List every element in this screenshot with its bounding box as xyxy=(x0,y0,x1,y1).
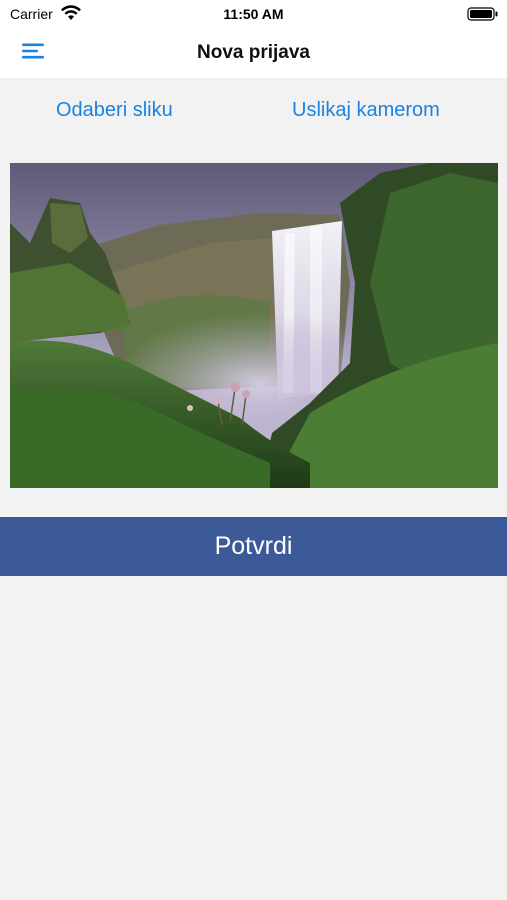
battery-full-icon xyxy=(467,7,499,21)
page-title: Nova prijava xyxy=(197,42,310,63)
clock: 11:50 AM xyxy=(223,6,284,22)
choose-image-button[interactable]: Odaberi sliku xyxy=(56,99,173,122)
navigation-bar: Nova prijava xyxy=(0,28,507,78)
image-source-row: Odaberi sliku Uslikaj kamerom xyxy=(0,78,507,144)
take-photo-button[interactable]: Uslikaj kamerom xyxy=(292,99,440,122)
selected-photo xyxy=(10,163,498,488)
status-bar: Carrier 11:50 AM xyxy=(0,0,507,28)
confirm-button[interactable]: Potvrdi xyxy=(0,517,507,576)
